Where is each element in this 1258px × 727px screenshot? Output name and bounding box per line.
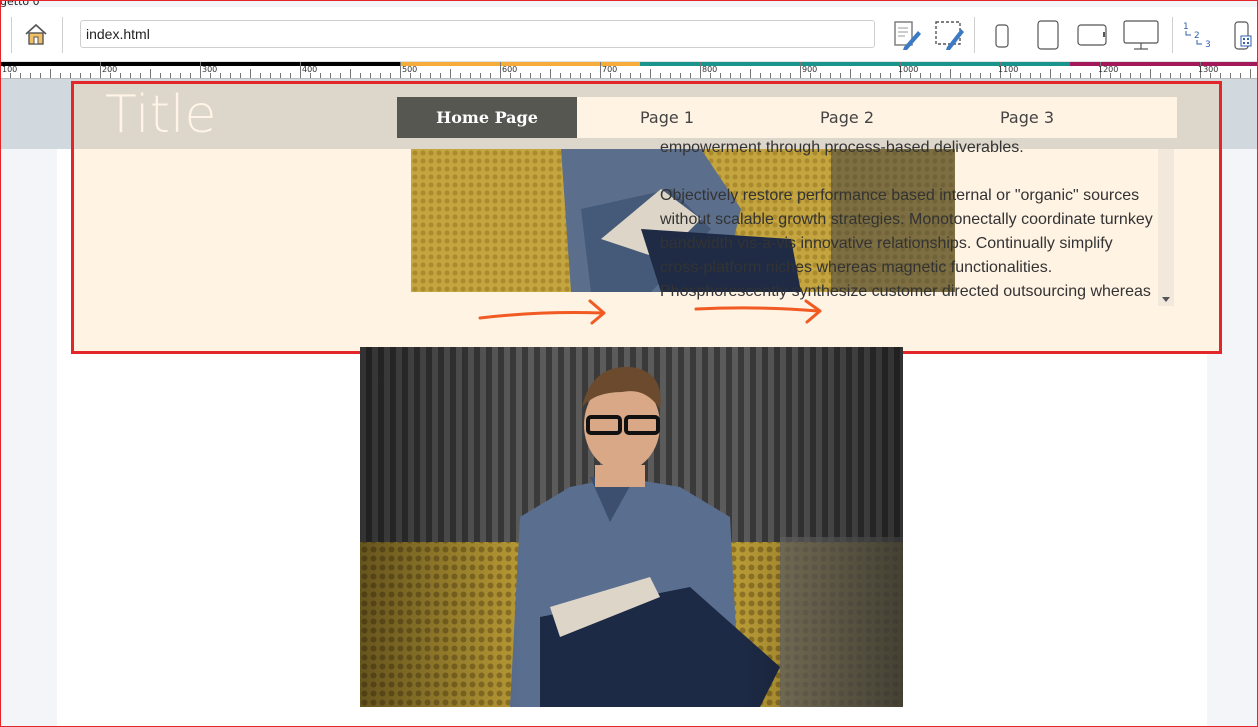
ruler-label: 700 xyxy=(602,65,618,74)
editor-toolbar: index.html 1 2 3 xyxy=(1,7,1257,62)
preview-canvas: Title Home Page Page 1 Page 2 Page 3 emp… xyxy=(0,79,1258,727)
svg-text:2: 2 xyxy=(1194,31,1200,41)
ruler-label: 800 xyxy=(702,65,718,74)
ruler: 100 200 300 400 500 600 700 800 900 1000… xyxy=(0,62,1258,79)
address-input[interactable]: index.html xyxy=(80,20,875,48)
home-icon[interactable] xyxy=(21,21,51,47)
edit-selection-icon[interactable] xyxy=(932,19,968,51)
ruler-label: 900 xyxy=(802,65,818,74)
ruler-label: 300 xyxy=(202,65,218,74)
toolbar-divider xyxy=(11,17,12,53)
ruler-label: 1000 xyxy=(898,65,919,74)
tablet-landscape-icon[interactable] xyxy=(1074,22,1110,48)
ruler-label: 500 xyxy=(402,65,418,74)
toolbar-divider xyxy=(62,17,63,53)
phone-icon[interactable] xyxy=(991,21,1013,51)
svg-text:3: 3 xyxy=(1205,40,1211,50)
svg-text:1: 1 xyxy=(1183,22,1189,32)
desktop-icon[interactable] xyxy=(1119,18,1163,54)
qr-mobile-icon[interactable] xyxy=(1229,19,1255,53)
ruler-label: 100 xyxy=(2,65,18,74)
ruler-label: 1200 xyxy=(1098,65,1119,74)
ruler-label: 600 xyxy=(502,65,518,74)
toolbar-divider xyxy=(1172,17,1173,53)
numbered-list-icon[interactable]: 1 2 3 xyxy=(1179,17,1217,53)
ruler-ticks xyxy=(0,62,1251,78)
ruler-label: 400 xyxy=(302,65,318,74)
main-photo[interactable] xyxy=(360,347,903,707)
tablet-portrait-icon[interactable] xyxy=(1033,18,1063,52)
selection-outline xyxy=(71,81,1222,354)
ruler-label: 1300 xyxy=(1198,65,1219,74)
toolbar-divider xyxy=(974,17,975,53)
ruler-label: 1100 xyxy=(998,65,1019,74)
ruler-label: 200 xyxy=(102,65,118,74)
edit-page-icon[interactable] xyxy=(890,19,924,51)
